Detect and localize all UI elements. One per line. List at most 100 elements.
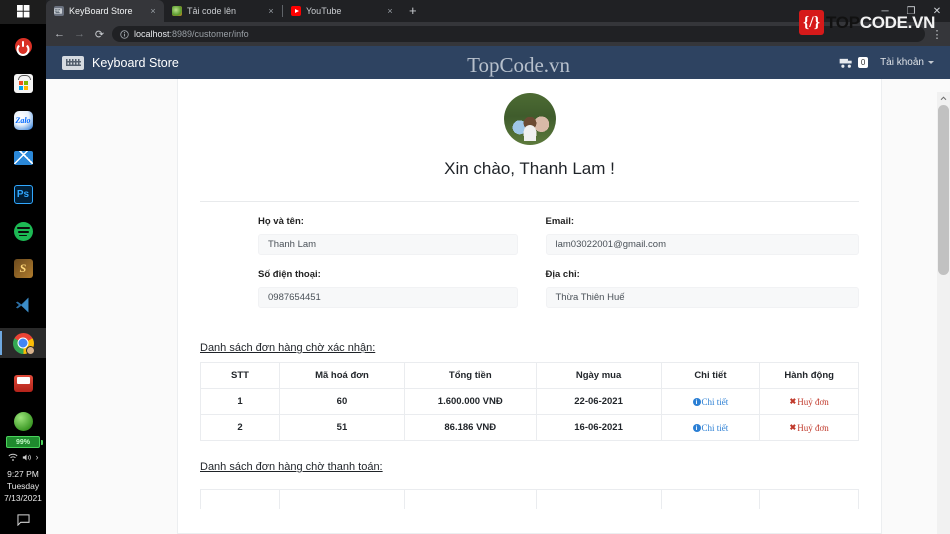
page-scrollbar[interactable] xyxy=(937,92,950,534)
cell-detail: i Chi tiết xyxy=(660,388,761,415)
cell-stt: 2 xyxy=(200,414,280,441)
address-bar[interactable]: localhost:8989/customer/info xyxy=(112,26,925,42)
taskbar-item-zalo[interactable]: Zalo xyxy=(0,106,46,136)
phone-input[interactable]: 0987654451 xyxy=(258,287,518,308)
taskbar-item-app-green[interactable] xyxy=(0,406,46,436)
notification-center-button[interactable] xyxy=(0,514,46,527)
notification-icon xyxy=(16,514,30,527)
scroll-up-button[interactable] xyxy=(937,92,950,105)
taskbar-item-power[interactable] xyxy=(0,32,46,62)
microsoft-store-icon xyxy=(13,74,33,94)
taskbar-item-mail[interactable] xyxy=(0,143,46,173)
cell-action: ✖ Huỷ đơn xyxy=(759,414,859,441)
minimize-button[interactable]: ─ xyxy=(872,6,898,17)
new-tab-button[interactable]: + xyxy=(401,3,425,19)
cell-detail: i Chi tiết xyxy=(660,414,761,441)
orders-unpaid-section: Danh sách đơn hàng chờ thanh toán: xyxy=(178,441,881,509)
orders-pending-section: Danh sách đơn hàng chờ xác nhận: STT Mã … xyxy=(178,330,881,441)
close-icon: ✖ xyxy=(789,423,797,432)
address-input[interactable]: Thừa Thiên Huế xyxy=(545,287,859,308)
tab-close-icon[interactable]: × xyxy=(148,6,158,16)
cancel-link-label: Huỷ đơn xyxy=(797,396,829,407)
info-circle-icon[interactable] xyxy=(120,29,129,39)
field-label: Địa chỉ: xyxy=(545,269,580,280)
taskbar-clock[interactable]: 9:27 PM Tuesday 7/13/2021 xyxy=(0,468,46,504)
cell-detail xyxy=(660,489,761,509)
cell-stt xyxy=(200,489,280,509)
taskbar-item-app-red[interactable] xyxy=(0,368,46,398)
close-window-button[interactable]: ✕ xyxy=(924,6,950,17)
chevron-down-icon xyxy=(928,61,934,64)
cell-total: 1.600.000 VNĐ xyxy=(403,388,537,415)
profile-avatar-badge xyxy=(25,345,35,355)
cart-button[interactable]: 0 xyxy=(839,57,869,69)
system-tray[interactable]: › xyxy=(0,452,46,462)
column-header-detail: Chi tiết xyxy=(660,362,761,389)
detail-link[interactable]: i Chi tiết xyxy=(692,423,729,434)
taskbar-item-microsoft-store[interactable] xyxy=(0,69,46,99)
account-dropdown[interactable]: Tài khoản xyxy=(880,57,934,68)
cell-date xyxy=(535,489,662,509)
scrollbar-thumb[interactable] xyxy=(938,105,949,275)
volume-icon xyxy=(22,454,31,461)
photoshop-icon: Ps xyxy=(13,185,33,205)
browser-tab-keyboard-store[interactable]: KeyBoard Store × xyxy=(46,0,164,22)
full-name-input[interactable]: Thanh Lam xyxy=(258,234,518,255)
profile-card: Xin chào, Thanh Lam ! Họ và tên: Thanh L… xyxy=(177,79,882,534)
chevron-right-icon[interactable]: › xyxy=(36,452,39,462)
page-viewport: Keyboard Store TopCode.vn 0 Tài khoản Xi… xyxy=(46,46,950,534)
column-header-stt: STT xyxy=(200,362,280,389)
cell-total xyxy=(403,489,537,509)
cell-invoice-code: 60 xyxy=(278,388,405,415)
table-row: 1 60 1.600.000 VNĐ 22-06-2021 iChi tiết xyxy=(200,388,859,415)
detail-link-label: Chi tiết xyxy=(701,423,729,434)
browser-tab-tai-code-len[interactable]: Tải code lên × xyxy=(164,0,282,22)
taskbar-item-sublime-text[interactable]: S xyxy=(0,253,46,283)
sublime-text-icon: S xyxy=(13,258,33,278)
cancel-order-link[interactable]: ✖ Huỷ đơn xyxy=(790,423,829,433)
column-header-invoice-code: Mã hoá đơn xyxy=(278,362,405,389)
cell-total: 86.186 VNĐ xyxy=(403,414,537,441)
windows-taskbar: Zalo Ps S 99% › 9:27 PM Tuesday 7/13/202… xyxy=(0,0,46,534)
taskbar-item-vscode[interactable] xyxy=(0,290,46,320)
cancel-order-link[interactable]: ✖ Huỷ đơn xyxy=(790,397,829,407)
keyboard-favicon xyxy=(54,6,64,16)
detail-link[interactable]: i Chi tiết xyxy=(692,397,729,408)
mail-icon xyxy=(13,150,33,165)
start-button[interactable] xyxy=(0,0,46,24)
email-input[interactable]: lam03022001@gmail.com xyxy=(545,234,859,255)
info-icon: i xyxy=(692,424,701,433)
cart-count-badge: 0 xyxy=(858,57,869,68)
brand-label: Keyboard Store xyxy=(92,55,179,70)
forward-button[interactable]: → xyxy=(72,28,87,40)
back-button[interactable]: ← xyxy=(52,28,67,40)
browser-toolbar: ← → ⟳ localhost:8989/customer/info ⋮ xyxy=(46,22,950,46)
browser-menu-button[interactable]: ⋮ xyxy=(930,28,944,41)
taskbar-item-chrome[interactable] xyxy=(0,328,46,359)
app-green-icon xyxy=(13,411,33,431)
reload-button[interactable]: ⟳ xyxy=(92,28,107,41)
tab-close-icon[interactable]: × xyxy=(385,6,395,16)
browser-tab-youtube[interactable]: YouTube × xyxy=(283,0,401,22)
cell-date: 22-06-2021 xyxy=(535,388,662,415)
clock-day: Tuesday xyxy=(6,481,40,492)
field-phone: Số điện thoại: 0987654451 xyxy=(200,269,518,308)
site-brand[interactable]: Keyboard Store xyxy=(62,55,179,70)
chrome-browser-window: KeyBoard Store × Tải code lên × YouTube … xyxy=(46,0,950,534)
maximize-button[interactable]: ❐ xyxy=(898,6,924,17)
info-icon: i xyxy=(692,398,701,407)
battery-level: 99% xyxy=(15,438,30,446)
navbar-right: 0 Tài khoản xyxy=(839,57,934,69)
battery-indicator[interactable]: 99% xyxy=(6,436,43,449)
site-navbar: Keyboard Store TopCode.vn 0 Tài khoản xyxy=(46,46,950,79)
tab-close-icon[interactable]: × xyxy=(266,6,276,16)
table-row: 2 51 86.186 VNĐ 16-06-2021 i Chi tiết ✖ … xyxy=(200,414,859,441)
cell-invoice-code xyxy=(278,489,405,509)
taskbar-item-spotify[interactable] xyxy=(0,217,46,247)
taskbar-item-photoshop[interactable]: Ps xyxy=(0,180,46,210)
power-icon xyxy=(14,38,32,56)
field-label: Email: xyxy=(545,216,575,227)
orders-unpaid-table xyxy=(200,489,859,509)
detail-link-label: Chi tiết xyxy=(701,397,729,408)
field-label: Họ và tên: xyxy=(258,216,304,227)
